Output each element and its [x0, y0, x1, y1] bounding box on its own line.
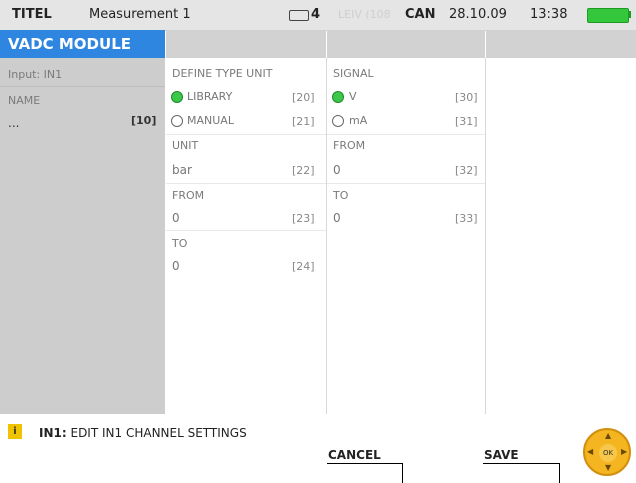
date: 28.10.09: [449, 7, 507, 22]
signal-to-value[interactable]: 0: [333, 211, 341, 225]
volt-radio[interactable]: [332, 91, 344, 103]
from-label: FROM: [172, 189, 205, 202]
name-value[interactable]: ...: [8, 116, 19, 130]
ma-radio[interactable]: [332, 115, 344, 127]
name-label: NAME: [8, 94, 41, 107]
library-code: [20]: [292, 91, 315, 104]
info-icon: i: [8, 424, 22, 439]
module-title: VADC MODULE: [0, 30, 165, 58]
volt-code: [30]: [455, 91, 478, 104]
library-label[interactable]: LIBRARY: [187, 90, 232, 103]
cancel-button[interactable]: CANCEL: [328, 448, 381, 462]
unit-code: [22]: [292, 164, 315, 177]
battery-icon: [587, 8, 629, 23]
volt-label[interactable]: V: [349, 90, 357, 103]
ok-button[interactable]: OK: [599, 444, 617, 462]
manual-code: [21]: [292, 115, 315, 128]
manual-radio[interactable]: [171, 115, 183, 127]
define-type-panel: DEFINE TYPE UNIT LIBRARY [20] MANUAL [21…: [166, 58, 327, 414]
library-radio[interactable]: [171, 91, 183, 103]
define-type-title: DEFINE TYPE UNIT: [172, 67, 273, 80]
status-message: IN1: EDIT IN1 CHANNEL SETTINGS: [39, 426, 247, 440]
to-code: [24]: [292, 260, 315, 273]
message-text: EDIT IN1 CHANNEL SETTINGS: [70, 426, 247, 440]
right-arrow-icon[interactable]: ▶: [621, 447, 627, 456]
left-arrow-icon[interactable]: ◀: [587, 447, 593, 456]
manual-label[interactable]: MANUAL: [187, 114, 234, 127]
signal-to-label: TO: [333, 189, 349, 202]
signal-to-code: [33]: [455, 212, 478, 225]
up-arrow-icon[interactable]: ▲: [605, 431, 611, 440]
signal-from-value[interactable]: 0: [333, 163, 341, 177]
footer: [0, 414, 636, 483]
ma-label[interactable]: mA: [349, 114, 367, 127]
ma-code: [31]: [455, 115, 478, 128]
signal-from-code: [32]: [455, 164, 478, 177]
header-cell: [486, 30, 636, 58]
unit-value[interactable]: bar: [172, 163, 192, 177]
channel-label: IN1:: [39, 426, 67, 440]
faded-status: LEIV (108: [338, 8, 391, 21]
empty-panel: [486, 58, 636, 414]
from-value[interactable]: 0: [172, 211, 180, 225]
status-bar: TITEL Measurement 1 4 LEIV (108 CAN 28.1…: [0, 0, 636, 31]
to-value[interactable]: 0: [172, 259, 180, 273]
header-cell: [327, 30, 485, 58]
input-label: Input: IN1: [8, 68, 63, 81]
measurement-name[interactable]: Measurement 1: [89, 7, 191, 22]
signal-from-label: FROM: [333, 139, 366, 152]
left-panel: Input: IN1 NAME ... [10]: [0, 58, 165, 414]
time: 13:38: [530, 7, 568, 22]
unit-label: UNIT: [172, 139, 199, 152]
can-indicator: CAN: [405, 7, 436, 22]
header-cell: [166, 30, 326, 58]
battery-cap: [628, 11, 631, 18]
signal-panel: SIGNAL V [30] mA [31] FROM 0 [32] TO 0 […: [327, 58, 486, 414]
device-count: 4: [311, 7, 321, 22]
app-name: TITEL: [12, 7, 52, 22]
to-label: TO: [172, 237, 188, 250]
save-button[interactable]: SAVE: [484, 448, 519, 462]
navigation-dpad[interactable]: ▲ ▼ ◀ ▶ OK: [583, 428, 631, 476]
from-code: [23]: [292, 212, 315, 225]
name-code: [10]: [131, 114, 157, 127]
device-icon: [289, 10, 309, 21]
down-arrow-icon[interactable]: ▼: [605, 463, 611, 472]
signal-title: SIGNAL: [333, 67, 374, 80]
